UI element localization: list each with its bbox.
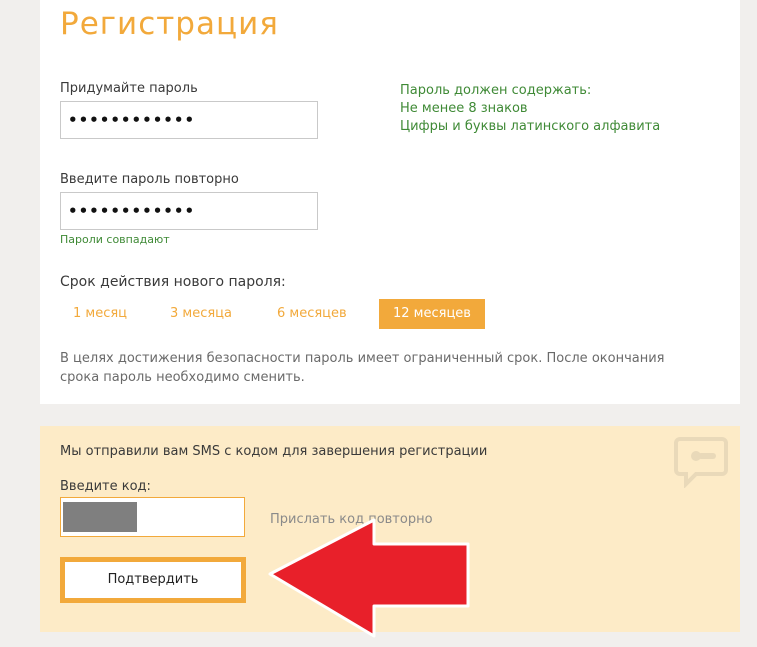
code-label: Введите код: [60,479,151,494]
password-label: Придумайте пароль [60,81,198,96]
sms-message-icon [674,437,728,488]
period-option-6-months[interactable]: 6 месяцев [263,299,361,329]
page-title: Регистрация [60,6,279,42]
period-option-3-months[interactable]: 3 месяца [156,299,246,329]
requirements-heading: Пароль должен содержать: [400,83,592,98]
requirement-item-charset: Цифры и буквы латинского алфавита [400,119,661,134]
validity-note: В целях достижения безопасности пароль и… [60,351,665,385]
code-input[interactable] [60,497,245,537]
sms-message: Мы отправили вам SMS с кодом для заверше… [60,444,488,459]
confirm-password-label: Введите пароль повторно [60,172,239,187]
confirm-button-label: Подтвердить [65,562,241,598]
period-option-12-months[interactable]: 12 месяцев [379,299,485,329]
requirement-item-length: Не менее 8 знаков [400,101,528,116]
validity-label: Срок действия нового пароля: [60,274,286,290]
password-match-status: Пароли совпадают [60,233,170,246]
confirm-password-value: •••••••••••• [68,202,196,220]
password-value: •••••••••••• [68,111,196,129]
confirm-button[interactable]: Подтвердить [60,557,246,603]
pointer-arrow-icon [268,518,470,638]
confirm-password-field[interactable]: •••••••••••• [60,192,318,230]
period-option-1-month[interactable]: 1 месяц [59,299,141,329]
password-field[interactable]: •••••••••••• [60,101,318,139]
code-redaction [63,502,137,532]
